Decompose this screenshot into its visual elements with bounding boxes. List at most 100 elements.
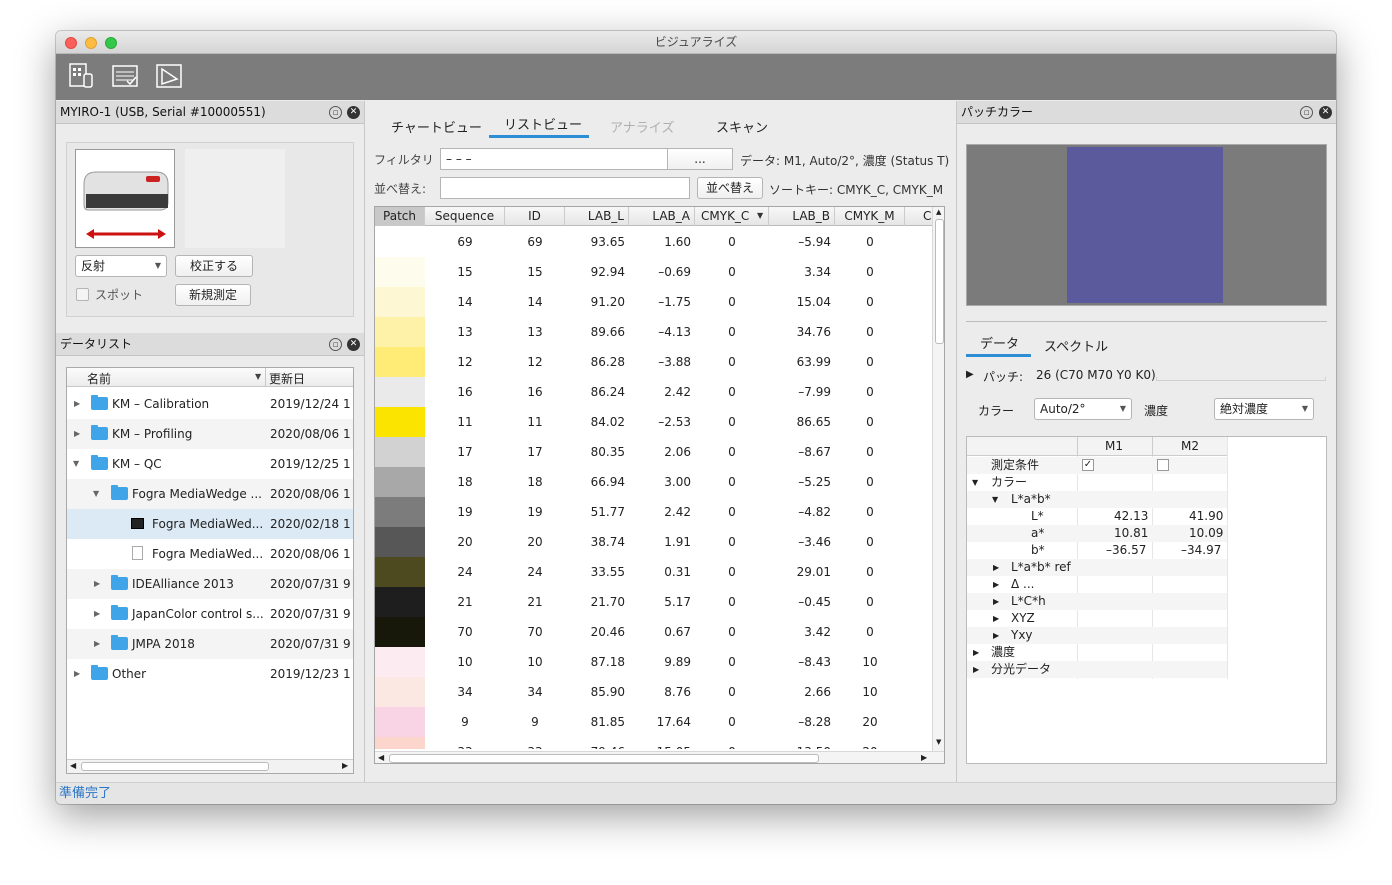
chevron-right-icon[interactable]: ▶ <box>94 569 100 599</box>
list-button[interactable] <box>109 60 141 92</box>
tree-row[interactable]: ▼ L*a*b* <box>967 491 1227 508</box>
table-row[interactable]: 18 18 66.94 3.00 0 –5.25 0 <box>375 467 932 497</box>
sort-input[interactable] <box>440 177 690 199</box>
chevron-right-icon[interactable]: ▶ <box>973 644 979 661</box>
horizontal-scrollbar[interactable]: ◀ ▶ <box>375 751 944 763</box>
tree-row[interactable]: ▶ L*a*b* ref <box>967 559 1227 576</box>
table-row[interactable]: 11 11 84.02 –2.53 0 86.65 0 <box>375 407 932 437</box>
chevron-right-icon[interactable]: ▶ <box>993 593 999 610</box>
scroll-left-icon[interactable]: ◀ <box>70 761 76 770</box>
table-row[interactable]: 16 16 86.24 2.42 0 –7.99 0 <box>375 377 932 407</box>
horizontal-scrollbar[interactable]: ◀ ▶ <box>67 759 353 773</box>
filter-button[interactable]: ... <box>667 148 733 170</box>
col-id[interactable]: ID <box>505 207 565 226</box>
chevron-right-icon[interactable]: ▶ <box>993 627 999 644</box>
vertical-scrollbar[interactable]: ▲ ▼ <box>932 207 944 751</box>
table-row[interactable]: 12 12 86.28 –3.88 0 63.99 0 <box>375 347 932 377</box>
chevron-right-icon[interactable]: ▶ <box>973 661 979 678</box>
column-updated[interactable]: 更新日 <box>269 370 305 387</box>
table-row[interactable]: 14 14 91.20 –1.75 0 15.04 0 <box>375 287 932 317</box>
list-item[interactable]: ▼ Fogra MediaWedge ... 2020/08/06 1 <box>67 479 353 509</box>
chevron-down-icon[interactable]: ▼ <box>93 479 99 509</box>
chevron-down-icon[interactable]: ▼ <box>972 474 978 491</box>
table-row[interactable]: 9 9 81.85 17.64 0 –8.28 20 <box>375 707 932 737</box>
list-item[interactable]: ▶ JMPA 2018 2020/07/31 9 <box>67 629 353 659</box>
chart-button[interactable] <box>153 60 185 92</box>
col-cmyk-m[interactable]: CMYK_M <box>835 207 905 226</box>
detach-icon[interactable]: ▫ <box>1300 106 1313 119</box>
detach-icon[interactable]: ▫ <box>329 338 342 351</box>
spot-checkbox[interactable] <box>76 288 89 301</box>
col-lab-a[interactable]: LAB_A <box>629 207 695 226</box>
chevron-right-icon[interactable]: ▶ <box>993 576 999 593</box>
chevron-right-icon[interactable]: ▶ <box>966 369 974 380</box>
list-item[interactable]: ▶ KM – Calibration 2019/12/24 1 <box>67 389 353 419</box>
m2-checkbox[interactable] <box>1157 459 1169 471</box>
table-row[interactable]: 70 70 20.46 0.67 0 3.42 0 <box>375 617 932 647</box>
table-row[interactable]: 21 21 21.70 5.17 0 –0.45 0 <box>375 587 932 617</box>
detach-icon[interactable]: ▫ <box>329 106 342 119</box>
col-m2[interactable]: M2 <box>1181 439 1199 453</box>
scrollbar-thumb[interactable] <box>935 219 944 344</box>
list-item-selected[interactable]: Fogra MediaWed... 2020/02/18 1 <box>67 509 353 539</box>
calibrate-button[interactable]: 校正する <box>175 255 253 277</box>
close-window-button[interactable] <box>65 37 77 49</box>
instrument-button[interactable] <box>65 60 97 92</box>
list-item[interactable]: Fogra MediaWed... 2020/08/06 1 <box>67 539 353 569</box>
m1-checkbox[interactable]: ✓ <box>1082 459 1094 471</box>
col-c-truncated[interactable]: C <box>905 207 933 226</box>
tree-row[interactable]: ▼ カラー <box>967 474 1227 491</box>
tree-row[interactable]: ▶ 濃度 <box>967 644 1227 661</box>
tab-scan[interactable]: スキャン <box>716 117 768 136</box>
table-row[interactable]: 24 24 33.55 0.31 0 29.01 0 <box>375 557 932 587</box>
chevron-down-icon[interactable]: ▼ <box>992 491 998 508</box>
scroll-left-icon[interactable]: ◀ <box>378 753 384 762</box>
table-row[interactable]: 34 34 85.90 8.76 0 2.66 10 <box>375 677 932 707</box>
chevron-right-icon[interactable]: ▶ <box>94 599 100 629</box>
chevron-right-icon[interactable]: ▶ <box>74 419 80 449</box>
chevron-right-icon[interactable]: ▶ <box>993 610 999 627</box>
col-m1[interactable]: M1 <box>1105 439 1123 453</box>
table-row[interactable]: 15 15 92.94 –0.69 0 3.34 0 <box>375 257 932 287</box>
col-lab-l[interactable]: LAB_L <box>565 207 629 226</box>
table-row[interactable]: 333379.4615.05013.5020 <box>375 737 932 749</box>
col-lab-b[interactable]: LAB_B <box>769 207 835 226</box>
chevron-right-icon[interactable]: ▶ <box>74 389 80 419</box>
zoom-window-button[interactable] <box>105 37 117 49</box>
scroll-right-icon[interactable]: ▶ <box>342 761 348 770</box>
col-patch[interactable]: Patch <box>375 207 425 226</box>
close-icon[interactable]: ✕ <box>347 338 360 351</box>
col-sequence[interactable]: Sequence <box>425 207 505 226</box>
chevron-right-icon[interactable]: ▶ <box>74 659 80 689</box>
chevron-down-icon[interactable]: ▼ <box>73 449 79 479</box>
tab-analyze[interactable]: アナライズ <box>610 117 674 136</box>
list-item[interactable]: ▶ JapanColor control s... 2020/07/31 9 <box>67 599 353 629</box>
chevron-right-icon[interactable]: ▶ <box>94 629 100 659</box>
table-row[interactable]: 69 69 93.65 1.60 0 –5.94 0 <box>375 227 932 257</box>
filter-input[interactable]: – – – <box>440 148 668 170</box>
table-row[interactable]: 17 17 80.35 2.06 0 –8.67 0 <box>375 437 932 467</box>
scroll-down-icon[interactable]: ▼ <box>936 738 941 746</box>
table-row[interactable]: 19 19 51.77 2.42 0 –4.82 0 <box>375 497 932 527</box>
scroll-right-icon[interactable]: ▶ <box>921 753 927 762</box>
density-select[interactable]: 絶対濃度 ▼ <box>1214 398 1314 420</box>
tree-row[interactable]: ▶ XYZ <box>967 610 1227 627</box>
scrollbar-thumb[interactable] <box>389 754 819 763</box>
tab-chart-view[interactable]: チャートビュー <box>391 117 482 136</box>
tab-data[interactable]: データ <box>980 333 1019 352</box>
column-name[interactable]: 名前 <box>87 370 111 387</box>
sort-button[interactable]: 並べ替え <box>697 177 763 199</box>
chevron-right-icon[interactable]: ▶ <box>993 559 999 576</box>
color-select[interactable]: Auto/2° ▼ <box>1034 398 1132 420</box>
tree-row[interactable]: ▶ 分光データ <box>967 661 1227 678</box>
new-measure-button[interactable]: 新規測定 <box>175 284 251 306</box>
table-row[interactable]: 20 20 38.74 1.91 0 –3.46 0 <box>375 527 932 557</box>
table-row[interactable]: 13 13 89.66 –4.13 0 34.76 0 <box>375 317 932 347</box>
tree-row[interactable]: ▶ L*C*h <box>967 593 1227 610</box>
scroll-up-icon[interactable]: ▲ <box>936 208 941 216</box>
list-item[interactable]: ▶ IDEAlliance 2013 2020/07/31 9 <box>67 569 353 599</box>
list-item[interactable]: ▼ KM – QC 2019/12/25 1 <box>67 449 353 479</box>
tab-spectrum[interactable]: スペクトル <box>1044 336 1108 355</box>
minimize-window-button[interactable] <box>85 37 97 49</box>
scrollbar-thumb[interactable] <box>81 762 269 771</box>
